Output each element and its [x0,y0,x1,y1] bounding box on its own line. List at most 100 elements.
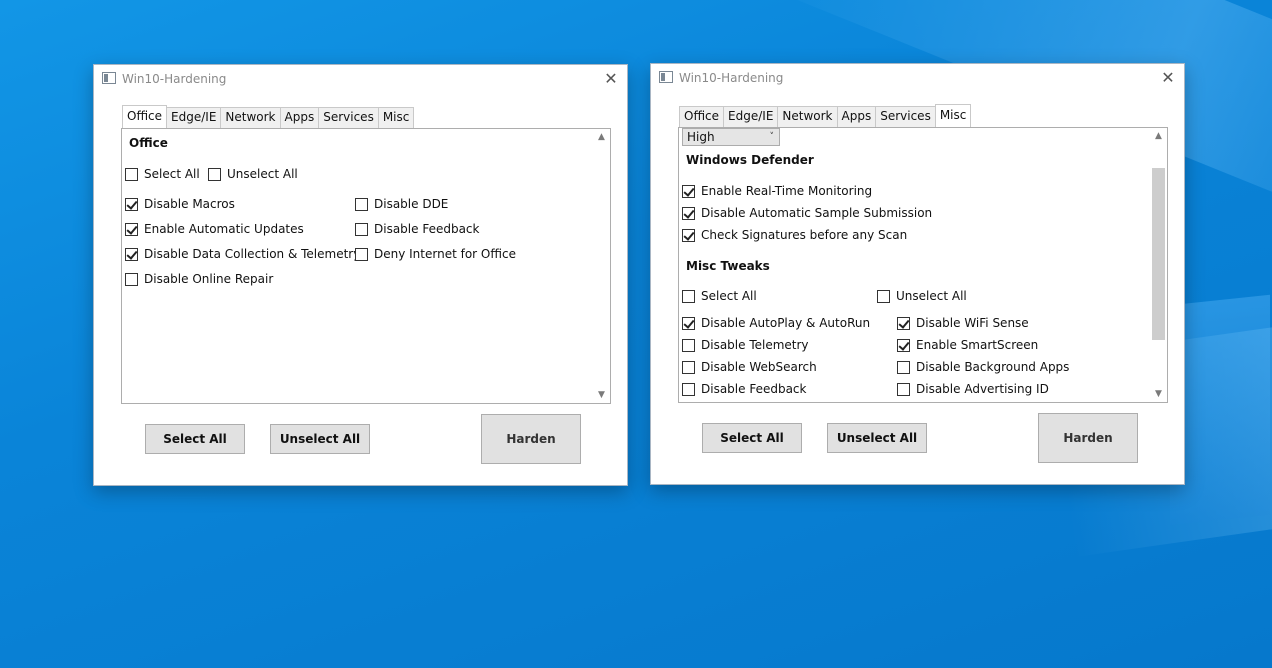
title-bar[interactable]: Win10-Hardening ✕ [94,65,627,95]
tab-misc[interactable]: Misc [377,107,415,128]
checkbox[interactable] [897,338,910,352]
option-disable-background-apps[interactable]: Disable Background Apps [897,359,1069,375]
select-all-button[interactable]: Select All [145,424,245,454]
scroll-down-icon[interactable]: ▼ [1150,387,1167,401]
wallpaper-window-logo [1170,294,1270,526]
option-disable-websearch[interactable]: Disable WebSearch [682,359,817,375]
unselect-all-button[interactable]: Unselect All [827,423,927,453]
checkbox[interactable] [125,247,138,261]
close-icon[interactable]: ✕ [1158,68,1178,88]
option-disable-feedback[interactable]: Disable Feedback [682,381,806,397]
harden-button[interactable]: Harden [1038,413,1138,463]
option-deny-internet-office[interactable]: Deny Internet for Office [355,246,516,262]
checkbox[interactable] [682,360,695,374]
checkbox[interactable] [682,289,695,303]
section-title: Office [129,136,168,150]
checkbox-label: Disable Background Apps [916,360,1070,374]
checkbox[interactable] [897,360,910,374]
tab-misc[interactable]: Misc [934,104,972,127]
checkbox-label: Check Signatures before any Scan [701,228,908,242]
option-enable-realtime-monitoring[interactable]: Enable Real-Time Monitoring [682,183,872,199]
scroll-up-icon[interactable]: ▲ [1150,129,1167,143]
unselect-all-checkbox[interactable]: Unselect All [208,166,298,182]
checkbox[interactable] [355,247,368,261]
checkbox[interactable] [125,272,138,286]
tab-strip: Office Edge/IE Network Apps Services Mis… [122,105,415,128]
checkbox[interactable] [125,167,138,181]
options-panel: Office Select All Unselect All Disable M… [121,128,611,404]
tab-edge-ie[interactable]: Edge/IE [723,106,779,127]
tab-edge-ie[interactable]: Edge/IE [166,107,222,128]
option-disable-advertising-id[interactable]: Disable Advertising ID [897,381,1049,397]
checkbox-label: Disable Feedback [701,382,807,396]
tab-services[interactable]: Services [318,107,379,128]
option-disable-macros[interactable]: Disable Macros [125,196,235,212]
select-all-checkbox[interactable]: Select All [682,288,757,304]
checkbox-label: Enable SmartScreen [916,338,1039,352]
option-disable-data-collection[interactable]: Disable Data Collection & Telemetry [125,246,360,262]
combobox-value: High [687,130,715,144]
scroll-thumb[interactable] [1152,168,1165,340]
option-disable-telemetry[interactable]: Disable Telemetry [682,337,809,353]
option-disable-wifi-sense[interactable]: Disable WiFi Sense [897,315,1029,331]
tab-apps[interactable]: Apps [279,107,320,128]
option-check-signatures[interactable]: Check Signatures before any Scan [682,227,907,243]
checkbox-label: Disable Advertising ID [916,382,1049,396]
select-all-checkbox[interactable]: Select All [125,166,200,182]
hardening-window-misc: Win10-Hardening ✕ Office Edge/IE Network… [650,63,1185,485]
level-combobox[interactable]: High ˅ [682,128,780,146]
vertical-scrollbar[interactable]: ▲ ▼ [593,129,610,403]
checkbox[interactable] [682,316,695,330]
tab-network[interactable]: Network [220,107,281,128]
checkbox-label: Enable Automatic Updates [144,222,304,236]
windows-defender-title: Windows Defender [686,153,814,167]
option-disable-feedback[interactable]: Disable Feedback [355,221,479,237]
tab-office[interactable]: Office [679,106,725,127]
checkbox[interactable] [897,316,910,330]
option-enable-smartscreen[interactable]: Enable SmartScreen [897,337,1038,353]
harden-button[interactable]: Harden [481,414,581,464]
option-disable-sample-submission[interactable]: Disable Automatic Sample Submission [682,205,932,221]
checkbox[interactable] [682,206,695,220]
checkbox-label: Disable Feedback [374,222,480,236]
checkbox[interactable] [682,338,695,352]
checkbox[interactable] [877,289,890,303]
checkbox[interactable] [355,222,368,236]
checkbox-label: Disable AutoPlay & AutoRun [701,316,871,330]
select-all-button[interactable]: Select All [702,423,802,453]
close-icon[interactable]: ✕ [601,69,621,89]
checkbox[interactable] [125,197,138,211]
app-icon [659,71,673,83]
vertical-scrollbar[interactable]: ▲ ▼ [1150,128,1167,402]
option-disable-autoplay[interactable]: Disable AutoPlay & AutoRun [682,315,870,331]
checkbox-label: Disable Data Collection & Telemetry [144,247,361,261]
option-disable-dde[interactable]: Disable DDE [355,196,448,212]
checkbox[interactable] [682,228,695,242]
checkbox-label: Disable Online Repair [144,272,274,286]
checkbox[interactable] [208,167,221,181]
tab-office[interactable]: Office [122,105,168,128]
checkbox-label: Disable WebSearch [701,360,817,374]
checkbox[interactable] [682,184,695,198]
scroll-down-icon[interactable]: ▼ [593,388,610,402]
options-panel: High ˅ Windows Defender Enable Real-Time… [678,127,1168,403]
misc-tweaks-title: Misc Tweaks [686,259,770,273]
unselect-all-checkbox[interactable]: Unselect All [877,288,967,304]
unselect-all-button[interactable]: Unselect All [270,424,370,454]
tab-services[interactable]: Services [875,106,936,127]
window-title: Win10-Hardening [679,71,784,85]
checkbox-label: Deny Internet for Office [374,247,516,261]
scroll-up-icon[interactable]: ▲ [593,130,610,144]
option-disable-online-repair[interactable]: Disable Online Repair [125,271,273,287]
tab-strip: Office Edge/IE Network Apps Services Mis… [679,104,972,127]
option-enable-automatic-updates[interactable]: Enable Automatic Updates [125,221,304,237]
tab-apps[interactable]: Apps [836,106,877,127]
checkbox[interactable] [355,197,368,211]
checkbox[interactable] [125,222,138,236]
app-icon [102,72,116,84]
tab-network[interactable]: Network [777,106,838,127]
checkbox[interactable] [897,382,910,396]
checkbox-label: Disable Telemetry [701,338,809,352]
checkbox[interactable] [682,382,695,396]
title-bar[interactable]: Win10-Hardening ✕ [651,64,1184,94]
